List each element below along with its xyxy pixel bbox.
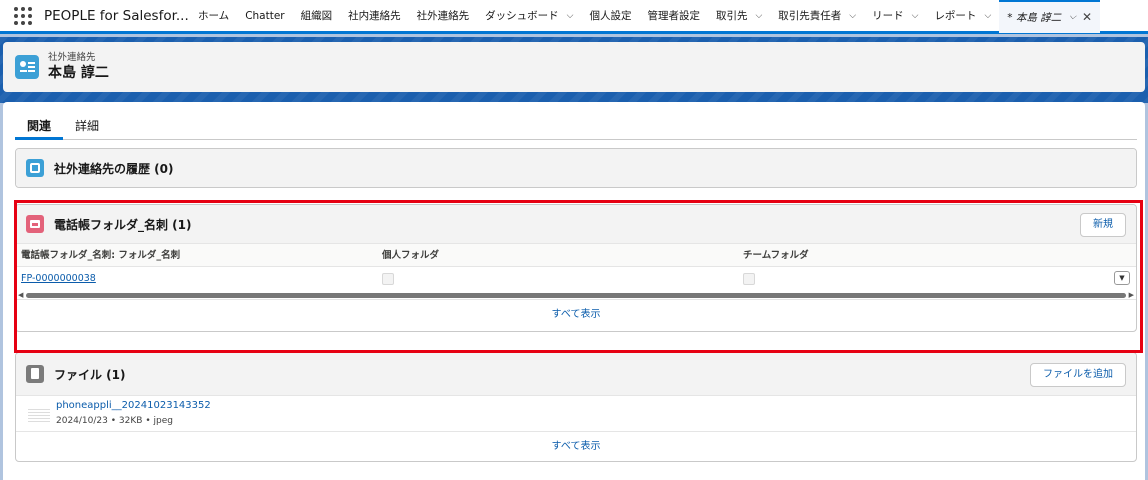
nav-item-contacts[interactable]: 取引先責任者 ⌵ [770,0,864,31]
tab-details[interactable]: 詳細 [63,116,111,140]
nav-item-label: * 本島 諄二 [1007,11,1062,24]
nav-item-label: Chatter [245,9,285,22]
chevron-down-icon[interactable]: ⌵ [849,11,856,21]
record-type-label: 社外連絡先 [48,52,96,63]
nav-item-label: 社外連絡先 [416,10,470,22]
file-meta: 2024/10/23 • 32KB • jpeg [56,416,173,426]
chevron-down-icon[interactable]: ⌵ [1069,12,1076,22]
folder-card-header: 電話帳フォルダ_名刺 (1) 新規 [16,205,1136,243]
nav-item-accounts[interactable]: 取引先 ⌵ [708,0,770,31]
files-card: ファイル (1) ファイルを追加 phoneappli__20241023143… [15,352,1137,462]
add-file-button[interactable]: ファイルを追加 [1030,363,1126,387]
chevron-down-icon[interactable]: ⌵ [567,11,574,21]
files-card-header: ファイル (1) ファイルを追加 [16,353,1136,395]
nav-item-label: 組織図 [300,10,333,22]
history-card-title[interactable]: 社外連絡先の履歴 (0) [54,160,174,177]
nav-item-external-contacts[interactable]: 社外連絡先 [409,0,478,31]
team-folder-checkbox [743,273,755,285]
record-tabs: 関連 詳細 [15,116,1137,140]
nav-item-reports[interactable]: レポート ⌵ [926,0,999,31]
column-header-personal-folder[interactable]: 個人フォルダ [382,244,439,268]
chevron-down-icon[interactable]: ⌵ [912,11,919,21]
nav-item-label: 個人設定 [589,10,632,22]
nav-item-label: リード [872,10,904,22]
horizontal-scrollbar[interactable]: ◀ ▶ [18,291,1134,299]
nav-item-admin-settings[interactable]: 管理者設定 [639,0,708,31]
file-name-link[interactable]: phoneappli__20241023143352 [56,400,211,411]
close-icon[interactable]: ✕ [1082,10,1092,24]
nav-item-label: ダッシュボード [485,10,559,22]
scroll-right-icon[interactable]: ▶ [1129,291,1134,299]
file-size: 32KB [118,416,143,426]
folder-table-header: 電話帳フォルダ_名刺: フォルダ_名刺 個人フォルダ チームフォルダ [16,243,1136,267]
list-item[interactable]: phoneappli__20241023143352 2024/10/23 • … [16,395,1136,431]
nav-items: ホーム Chatter 組織図 社内連絡先 社外連絡先 ダッシュボード ⌵ 個人設… [190,0,1101,33]
nav-item-label: ホーム [198,10,230,22]
meta-separator: • [110,416,119,426]
nav-item-personal-settings[interactable]: 個人設定 [581,0,639,31]
file-type: jpeg [153,416,173,426]
files-card-title[interactable]: ファイル (1) [54,366,126,383]
file-date: 2024/10/23 [56,416,108,426]
nav-item-dashboard[interactable]: ダッシュボード ⌵ [477,0,581,31]
nav-item-label: 管理者設定 [647,10,700,22]
nav-item-label: 取引先責任者 [778,10,842,22]
tab-related[interactable]: 関連 [15,116,64,140]
folder-view-all-link[interactable]: すべて表示 [16,299,1136,331]
folder-card-title[interactable]: 電話帳フォルダ_名刺 (1) [54,216,192,233]
top-nav-bar: PEOPLE for Salesfor... ホーム Chatter 組織図 社… [0,0,1148,34]
column-header-team-folder[interactable]: チームフォルダ [743,244,809,268]
scrollbar-thumb[interactable] [26,293,1126,298]
record-header: 社外連絡先 本島 諄二 [3,42,1145,92]
folder-card: 電話帳フォルダ_名刺 (1) 新規 電話帳フォルダ_名刺: フォルダ_名刺 個人… [15,204,1137,332]
app-name: PEOPLE for Salesfor... [44,7,189,24]
nav-item-internal-contacts[interactable]: 社内連絡先 [340,0,409,31]
scroll-left-icon[interactable]: ◀ [18,291,23,299]
folder-icon [26,215,44,233]
contact-card-icon [15,55,39,79]
nav-item-org-chart[interactable]: 組織図 [293,0,341,31]
personal-folder-checkbox [382,273,394,285]
nav-item-label: 取引先 [715,10,748,22]
history-card-header: 社外連絡先の履歴 (0) [16,149,1136,187]
nav-item-leads[interactable]: リード ⌵ [864,0,926,31]
new-button[interactable]: 新規 [1080,213,1126,237]
file-thumbnail[interactable] [28,408,50,422]
record-name: 本島 諄二 [48,65,109,81]
app-launcher-icon[interactable] [14,6,32,25]
meta-separator: • [145,416,154,426]
folder-record-link[interactable]: FP-0000000038 [21,267,96,291]
nav-item-label: 社内連絡先 [348,10,401,22]
column-header-folder-name[interactable]: 電話帳フォルダ_名刺: フォルダ_名刺 [21,244,180,268]
chevron-down-icon[interactable]: ⌵ [984,11,991,21]
file-icon [26,365,44,383]
row-actions-dropdown[interactable]: ▼ [1114,271,1130,285]
history-icon [26,159,44,177]
main-content: 関連 詳細 社外連絡先の履歴 (0) 電話帳フォルダ_名刺 (1) 新規 電話帳… [3,102,1145,480]
files-view-all-link[interactable]: すべて表示 [16,431,1136,461]
nav-item-label: レポート [934,10,977,22]
table-row: FP-0000000038 ▼ [16,267,1136,291]
nav-item-chatter[interactable]: Chatter [237,0,292,31]
chevron-down-icon[interactable]: ⌵ [755,11,762,21]
history-card: 社外連絡先の履歴 (0) [15,148,1137,188]
nav-item-home[interactable]: ホーム [190,0,237,31]
nav-item-active-record-tab[interactable]: * 本島 諄二 ⌵ ✕ [999,0,1101,33]
